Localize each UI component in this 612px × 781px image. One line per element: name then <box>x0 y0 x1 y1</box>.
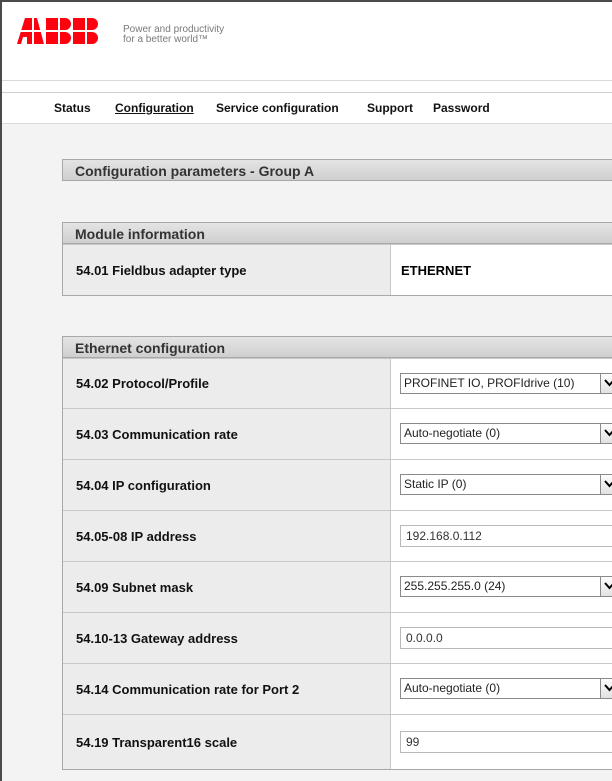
ip-address-input[interactable]: 192.168.0.112 <box>400 525 612 547</box>
select-value: Static IP (0) <box>404 477 467 491</box>
param-value-cell: Auto-negotiate (0) <box>391 409 612 459</box>
nav-service-configuration[interactable]: Service configuration <box>216 101 339 115</box>
param-value-cell: 255.255.255.0 (24) <box>391 562 612 612</box>
tagline-line2: for a better world™ <box>123 34 209 45</box>
select-value: Auto-negotiate (0) <box>404 426 501 440</box>
table-row: 54.02 Protocol/Profile PROFINET IO, PROF… <box>63 358 612 408</box>
gateway-address-input[interactable]: 0.0.0.0 <box>400 627 612 649</box>
select-value: PROFINET IO, PROFIdrive (10) <box>404 375 575 390</box>
param-label: 54.05-08 IP address <box>63 511 391 561</box>
chevron-down-icon[interactable] <box>600 474 612 495</box>
nav-status[interactable]: Status <box>54 101 91 115</box>
param-value-cell: 99 <box>391 715 612 769</box>
table-row: 54.01 Fieldbus adapter type ETHERNET <box>63 244 612 295</box>
param-label: 54.02 Protocol/Profile <box>63 359 391 408</box>
param-value-cell: 192.168.0.112 <box>391 511 612 561</box>
page-header: Power and productivity for a better worl… <box>2 2 612 81</box>
param-label: 54.09 Subnet mask <box>63 562 391 612</box>
module-information-header: Module information <box>62 222 612 244</box>
param-value-fieldbus-type: ETHERNET <box>391 245 612 295</box>
table-row: 54.04 IP configuration Static IP (0) <box>63 459 612 510</box>
module-information-table: 54.01 Fieldbus adapter type ETHERNET <box>62 244 612 296</box>
param-value-cell: Auto-negotiate (0) <box>391 664 612 714</box>
port2-communication-rate-select[interactable]: Auto-negotiate (0) <box>400 678 612 699</box>
nav-support[interactable]: Support <box>367 101 413 115</box>
subnet-mask-select[interactable]: 255.255.255.0 (24) <box>400 576 612 597</box>
page-title: Configuration parameters - Group A <box>62 159 612 181</box>
table-row: 54.14 Communication rate for Port 2 Auto… <box>63 663 612 714</box>
nav-configuration[interactable]: Configuration <box>115 101 194 115</box>
param-value-cell: 0.0.0.0 <box>391 613 612 663</box>
ethernet-configuration-table: 54.02 Protocol/Profile PROFINET IO, PROF… <box>62 358 612 770</box>
ip-configuration-select[interactable]: Static IP (0) <box>400 474 612 495</box>
select-value: 255.255.255.0 (24) <box>404 579 506 593</box>
protocol-profile-select[interactable]: PROFINET IO, PROFIdrive (10) <box>400 372 612 394</box>
table-row: 54.03 Communication rate Auto-negotiate … <box>63 408 612 459</box>
ethernet-configuration-header: Ethernet configuration <box>62 336 612 358</box>
chevron-down-icon[interactable] <box>600 678 612 699</box>
abb-logo <box>17 18 99 49</box>
communication-rate-select[interactable]: Auto-negotiate (0) <box>400 423 612 444</box>
param-label: 54.03 Communication rate <box>63 409 391 459</box>
table-row: 54.09 Subnet mask 255.255.255.0 (24) <box>63 561 612 612</box>
nav-password[interactable]: Password <box>433 101 490 115</box>
param-label: 54.01 Fieldbus adapter type <box>63 245 391 295</box>
param-value-cell: Static IP (0) <box>391 460 612 510</box>
select-value: Auto-negotiate (0) <box>404 681 501 695</box>
param-label: 54.10-13 Gateway address <box>63 613 391 663</box>
table-row: 54.05-08 IP address 192.168.0.112 <box>63 510 612 561</box>
chevron-down-icon[interactable] <box>600 423 612 444</box>
param-label: 54.19 Transparent16 scale <box>63 715 391 769</box>
param-value-cell: PROFINET IO, PROFIdrive (10) <box>391 359 612 408</box>
chevron-down-icon[interactable] <box>600 372 612 394</box>
table-row: 54.19 Transparent16 scale 99 <box>63 714 612 769</box>
param-label: 54.04 IP configuration <box>63 460 391 510</box>
table-row: 54.10-13 Gateway address 0.0.0.0 <box>63 612 612 663</box>
param-label: 54.14 Communication rate for Port 2 <box>63 664 391 714</box>
transparent16-scale-input[interactable]: 99 <box>400 731 612 753</box>
tagline: Power and productivity for a better worl… <box>123 25 224 45</box>
chevron-down-icon[interactable] <box>600 576 612 597</box>
